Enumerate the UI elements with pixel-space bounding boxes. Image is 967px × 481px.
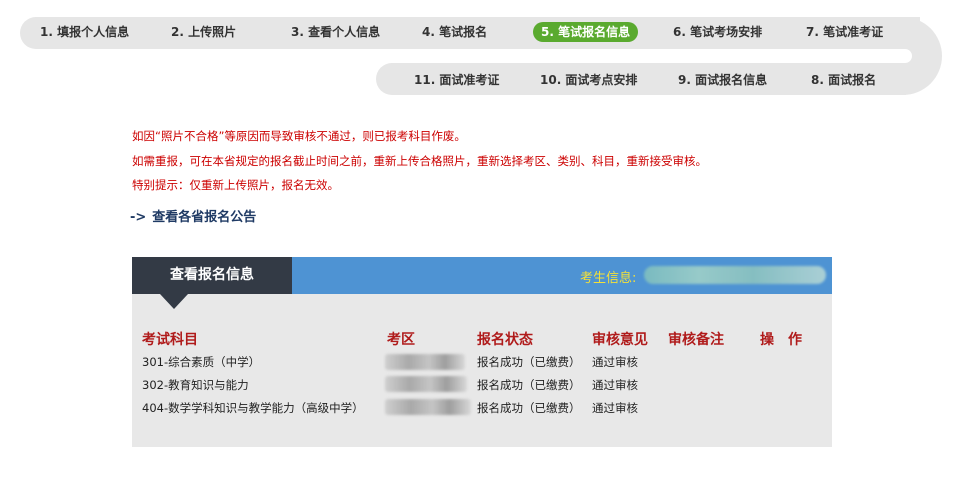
step-9-interview-registration-info[interactable]: 9. 面试报名信息 — [672, 70, 773, 90]
panel-tab-pointer — [160, 294, 188, 309]
column-header-subject: 考试科目 — [142, 332, 198, 348]
row-2-review: 通过审核 — [592, 378, 638, 392]
step-6-written-exam-room[interactable]: 6. 笔试考场安排 — [667, 22, 768, 42]
column-header-review: 审核意见 — [592, 332, 648, 348]
column-header-status: 报名状态 — [477, 332, 533, 348]
notice-special-tip: 特别提示：仅重新上传照片，报名无效。 — [132, 178, 339, 192]
row-1-review: 通过审核 — [592, 355, 638, 369]
examinee-info-redacted — [644, 266, 826, 284]
column-header-note: 审核备注 — [668, 332, 724, 348]
arrow-right-icon: -> — [130, 210, 147, 225]
row-3-subject: 404-数学学科知识与教学能力（高级中学） — [142, 401, 364, 415]
announcement-link-label: 查看各省报名公告 — [152, 210, 257, 225]
step-5-written-registration-info[interactable]: 5. 笔试报名信息 — [533, 22, 639, 42]
row-1-region-redacted — [385, 354, 465, 370]
step-2-upload-photo[interactable]: 2. 上传照片 — [165, 22, 242, 42]
step-track-curve-gap — [862, 49, 912, 63]
step-10-interview-venue[interactable]: 10. 面试考点安排 — [534, 70, 643, 90]
notice-photo-invalid: 如因“照片不合格”等原因而导致审核不通过，则已报考科目作废。 — [132, 129, 466, 143]
row-2-region-redacted — [385, 376, 467, 392]
row-3-review: 通过审核 — [592, 401, 638, 415]
step-7-written-admission-ticket[interactable]: 7. 笔试准考证 — [800, 22, 889, 42]
step-11-interview-admission-ticket[interactable]: 11. 面试准考证 — [408, 70, 505, 90]
panel-tab-view-registration[interactable]: 查看报名信息 — [132, 257, 292, 294]
provincial-announcement-link[interactable]: -> 查看各省报名公告 — [130, 206, 256, 225]
row-2-subject: 302-教育知识与能力 — [142, 378, 249, 392]
step-3-view-personal-info[interactable]: 3. 查看个人信息 — [285, 22, 386, 42]
step-8-interview-registration[interactable]: 8. 面试报名 — [805, 70, 882, 90]
examinee-info-label: 考生信息: — [580, 271, 637, 286]
row-1-subject: 301-综合素质（中学） — [142, 355, 261, 369]
column-header-region: 考区 — [387, 332, 415, 348]
notice-reapply: 如需重报，可在本省规定的报名截止时间之前，重新上传合格照片，重新选择考区、类别、… — [132, 154, 707, 168]
step-4-written-registration[interactable]: 4. 笔试报名 — [416, 22, 493, 42]
row-2-status: 报名成功（已缴费） — [477, 378, 581, 392]
column-header-action: 操 作 — [760, 332, 802, 348]
row-3-status: 报名成功（已缴费） — [477, 401, 581, 415]
panel-header: 查看报名信息 考生信息: — [132, 257, 832, 294]
registration-info-panel: 查看报名信息 考生信息: 考试科目 考区 报名状态 审核意见 审核备注 操 作 … — [132, 257, 832, 447]
row-3-region-redacted — [385, 399, 471, 415]
row-1-status: 报名成功（已缴费） — [477, 355, 581, 369]
step-1-personal-info[interactable]: 1. 填报个人信息 — [34, 22, 135, 42]
